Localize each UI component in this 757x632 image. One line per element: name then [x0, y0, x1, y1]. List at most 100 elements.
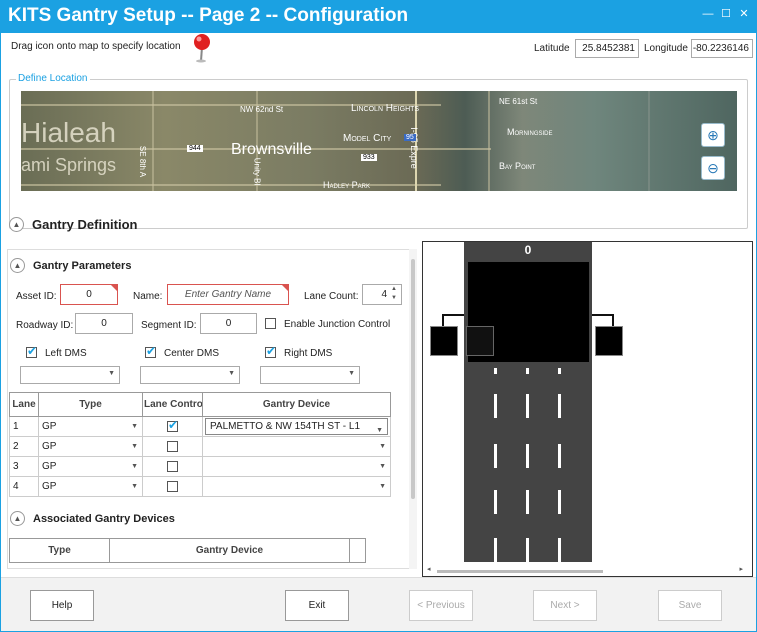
lane-control-cell — [142, 476, 203, 497]
lane-control-checkbox[interactable] — [167, 418, 178, 432]
parameters-scrollbar[interactable] — [409, 249, 417, 569]
spacer-column-header — [349, 538, 366, 563]
preview-hscrollbar[interactable]: ◂ ▸ — [427, 565, 743, 575]
chevron-down-icon: ▼ — [108, 370, 115, 377]
scroll-left-icon[interactable]: ◂ — [427, 565, 431, 573]
previous-button[interactable]: < Previous — [409, 590, 473, 621]
zoom-out-icon[interactable]: ⊖ — [701, 156, 725, 180]
map-label-morningside: Morningside — [507, 127, 553, 137]
scroll-right-icon[interactable]: ▸ — [739, 565, 743, 573]
route-shield-933: 933 — [361, 154, 377, 161]
gantry-device-select[interactable]: ▼ — [202, 476, 391, 497]
asset-id-label: Asset ID: — [16, 291, 57, 302]
gantry-device-select[interactable]: ▼ — [202, 456, 391, 477]
center-dms-checkbox[interactable] — [145, 344, 156, 358]
gantry-device-column-header[interactable]: Gantry Device — [109, 538, 350, 563]
gantry-device-cell[interactable]: PALMETTO & NW 154TH ST - L1 ▼ — [202, 416, 391, 437]
lane-control-cell — [142, 436, 203, 457]
right-dms-select[interactable]: ▼ — [260, 366, 360, 384]
lane-control-checkbox[interactable] — [167, 441, 178, 452]
exit-button[interactable]: Exit — [285, 590, 349, 621]
left-dms-select[interactable]: ▼ — [20, 366, 120, 384]
lane-control-cell — [142, 416, 203, 437]
roadway-id-label: Roadway ID: — [16, 320, 74, 331]
segment-id-label: Segment ID: — [141, 320, 197, 331]
collapse-chevron-icon[interactable]: ▲ — [9, 217, 24, 232]
collapse-chevron-icon[interactable]: ▲ — [10, 258, 25, 273]
help-button[interactable]: Help — [30, 590, 94, 621]
save-button[interactable]: Save — [658, 590, 722, 621]
lane-type-select[interactable]: GP ▼ — [38, 416, 143, 437]
map-pin-icon[interactable] — [190, 33, 214, 63]
table-row[interactable]: 1 GP ▼ PALMETTO & NW 154TH ST - L1 ▼ — [9, 416, 391, 437]
table-row[interactable]: 4 GP ▼ ▼ — [9, 476, 391, 497]
map-label-lincoln-heights: Lincoln Heights — [351, 103, 420, 114]
chevron-down-icon: ▼ — [131, 423, 138, 430]
gantry-device-select[interactable]: PALMETTO & NW 154TH ST - L1 ▼ — [205, 418, 388, 435]
center-dms-select[interactable]: ▼ — [140, 366, 240, 384]
chevron-down-icon: ▼ — [379, 443, 386, 450]
lane-number: 1 — [9, 416, 39, 437]
stepper-arrows-icon[interactable]: ▲ ▼ — [391, 285, 397, 303]
lane-type-value: GP — [42, 461, 57, 472]
latitude-field[interactable]: 25.8452381 — [575, 39, 639, 58]
left-dms-label: Left DMS — [45, 348, 87, 359]
gantry-parameters-title: Gantry Parameters — [33, 259, 132, 272]
junction-control-checkbox[interactable] — [265, 318, 276, 329]
maximize-icon[interactable]: ☐ — [720, 7, 732, 21]
lane-number: 2 — [9, 436, 39, 457]
chevron-down-icon: ▼ — [348, 370, 355, 377]
junction-control-label: Enable Junction Control — [284, 319, 391, 330]
chevron-down-icon: ▼ — [131, 443, 138, 450]
asset-id-field[interactable]: 0 — [60, 284, 118, 305]
gantry-device-select[interactable]: ▼ — [202, 436, 391, 457]
map-label-brownsville: Brownsville — [231, 141, 312, 158]
longitude-field[interactable]: -80.2236146 — [691, 39, 753, 58]
table-row[interactable]: 3 GP ▼ ▼ — [9, 456, 391, 477]
scrollbar-thumb[interactable] — [411, 259, 415, 499]
associated-devices-table: Type Gantry Device — [9, 538, 366, 563]
gantry-name-field[interactable]: Enter Gantry Name — [167, 284, 289, 305]
close-icon[interactable]: ✕ — [738, 7, 750, 21]
next-button[interactable]: Next > — [533, 590, 597, 621]
gantry-definition-header[interactable]: ▲ Gantry Definition — [9, 217, 137, 232]
segment-id-field[interactable]: 0 — [200, 313, 257, 334]
map-label-se-8th-ave: SE 8th A — [138, 145, 148, 178]
route-shield-944: 944 — [187, 145, 203, 152]
type-column-header[interactable]: Type — [38, 392, 143, 417]
map-label-bay-point: Bay Point — [499, 161, 536, 171]
lane-control-column-header[interactable]: Lane Control — [142, 392, 203, 417]
lane-column-header[interactable]: Lane — [9, 392, 39, 417]
lane-control-checkbox[interactable] — [167, 461, 178, 472]
chevron-down-icon: ▼ — [379, 463, 386, 470]
minimize-icon[interactable]: — — [702, 7, 714, 21]
table-row[interactable]: 2 GP ▼ ▼ — [9, 436, 391, 457]
gantry-definition-title: Gantry Definition — [32, 217, 138, 232]
lane-type-select[interactable]: GP ▼ — [38, 456, 143, 477]
lane-type-select[interactable]: GP ▼ — [38, 436, 143, 457]
window-title: KITS Gantry Setup -- Page 2 -- Configura… — [8, 5, 409, 26]
gantry-preview-panel: 0 ◂ ▸ — [422, 241, 753, 577]
gantry-device-column-header[interactable]: Gantry Device — [202, 392, 391, 417]
map-label-unity-blvd: Unity Bl — [252, 157, 262, 186]
drag-hint: Drag icon onto map to specify location — [11, 41, 181, 52]
left-dms-checkbox[interactable] — [26, 344, 37, 358]
gantry-parameters-header[interactable]: ▲ Gantry Parameters — [10, 258, 131, 273]
gantry-parameters-panel: ▲ Gantry Parameters Asset ID: 0 Name: En… — [7, 249, 415, 569]
location-map[interactable]: Hialeah ami Springs Brownsville NW 62nd … — [21, 91, 737, 191]
type-column-header[interactable]: Type — [9, 538, 110, 563]
roadway-id-field[interactable]: 0 — [75, 313, 133, 334]
zoom-in-icon[interactable]: ⊕ — [701, 123, 725, 147]
lane-control-checkbox[interactable] — [167, 481, 178, 492]
lanes-table: Lane Type Lane Control Gantry Device 1 G… — [9, 392, 391, 497]
collapse-chevron-icon[interactable]: ▲ — [10, 511, 25, 526]
center-dms-label: Center DMS — [164, 348, 220, 359]
lane-type-value: GP — [42, 421, 57, 432]
associated-devices-title: Associated Gantry Devices — [33, 512, 175, 525]
scrollbar-thumb[interactable] — [437, 570, 603, 573]
right-dms-checkbox[interactable] — [265, 344, 276, 358]
left-dms-slot-graphic — [466, 326, 494, 356]
associated-devices-header[interactable]: ▲ Associated Gantry Devices — [10, 511, 175, 526]
define-location-label: Define Location — [16, 73, 90, 84]
lane-type-select[interactable]: GP ▼ — [38, 476, 143, 497]
